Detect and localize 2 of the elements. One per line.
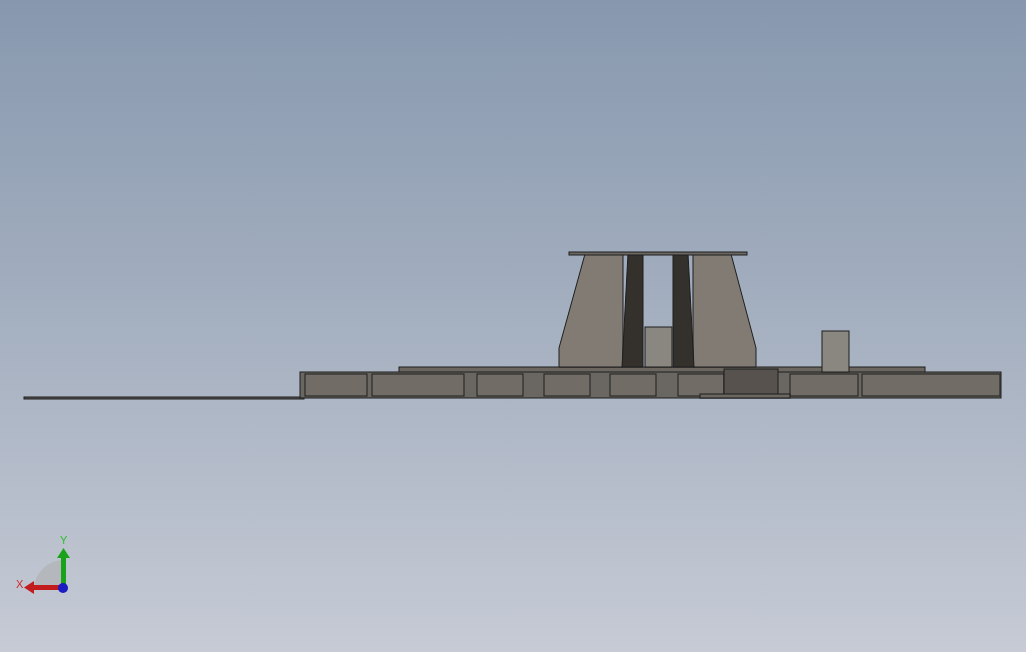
x-axis-label: X [16, 578, 24, 590]
y-axis-label: Y [60, 534, 68, 546]
